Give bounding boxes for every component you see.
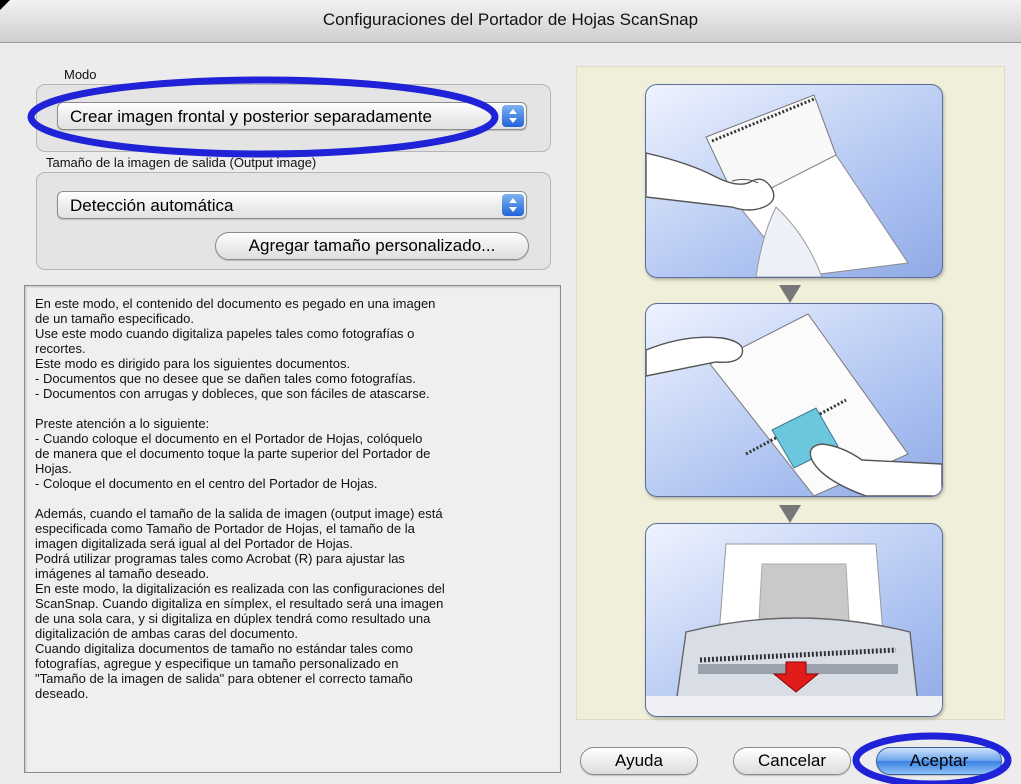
description-line: imágenes al tamaño deseado. [35, 566, 210, 581]
description-line: - Cuando coloque el documento en el Port… [35, 431, 423, 446]
description-line: recortes. [35, 341, 86, 356]
description-line: imagen digitalizada será igual al del Po… [35, 536, 353, 551]
description-line: En este modo, la digitalización es reali… [35, 581, 445, 596]
description-line: fotografías, agregue y especifique un ta… [35, 656, 399, 671]
description-line: Preste atención a lo siguiente: [35, 416, 210, 431]
popup-arrows-icon [502, 105, 524, 127]
description-line: Este modo es dirigido para los siguiente… [35, 356, 351, 371]
description-line: En este modo, el contenido del documento… [35, 296, 436, 311]
help-button[interactable]: Ayuda [580, 747, 698, 775]
description-line: de manera que el documento toque la part… [35, 446, 431, 461]
description-line: de una sola cara, y si digitaliza en dúp… [35, 611, 431, 626]
illustration-panel [576, 66, 1005, 720]
step-arrow-icon [779, 285, 801, 303]
step-arrow-icon [779, 505, 801, 523]
description-line: digitalización de ambas caras del docume… [35, 626, 299, 641]
description-textbox: En este modo, el contenido del documento… [24, 285, 561, 773]
window-corner [0, 0, 10, 10]
add-custom-size-button[interactable]: Agregar tamaño personalizado... [215, 232, 529, 260]
cancel-button[interactable]: Cancelar [733, 747, 851, 775]
ok-button[interactable]: Aceptar [876, 747, 1002, 775]
output-size-popup[interactable]: Detección automática [57, 191, 527, 219]
mode-label: Modo [64, 67, 97, 82]
description-line: - Documentos con arrugas y dobleces, que… [35, 386, 430, 401]
description-line: Cuando digitaliza documentos de tamaño n… [35, 641, 413, 656]
description-line: - Coloque el documento en el centro del … [35, 476, 378, 491]
description-line: Podrá utilizar programas tales como Acro… [35, 551, 405, 566]
mode-popup-value: Crear imagen frontal y posterior separad… [70, 107, 432, 126]
mode-popup[interactable]: Crear imagen frontal y posterior separad… [57, 102, 527, 130]
output-size-popup-value: Detección automática [70, 196, 234, 215]
description-line: Use este modo cuando digitaliza papeles … [35, 326, 415, 341]
popup-arrows-icon [502, 194, 524, 216]
dialog-content: Modo Crear imagen frontal y posterior se… [0, 43, 1021, 784]
description-line: Hojas. [35, 461, 72, 476]
output-size-groupbox: Detección automática Agregar tamaño pers… [36, 172, 551, 270]
output-size-label: Tamaño de la imagen de salida (Output im… [46, 155, 317, 170]
description-line: de un tamaño especificado. [35, 311, 194, 326]
description-line: especificada como Tamaño de Portador de … [35, 521, 415, 536]
description-line: ScanSnap. Cuando digitaliza en símplex, … [35, 596, 444, 611]
place-document-illustration [645, 303, 943, 497]
description-line: deseado. [35, 686, 89, 701]
insert-document-illustration [645, 84, 943, 278]
description-line: "Tamaño de la imagen de salida" para obt… [35, 671, 413, 686]
description-line: - Documentos que no desee que se dañen t… [35, 371, 416, 386]
mode-groupbox: Crear imagen frontal y posterior separad… [36, 84, 551, 152]
description-line: Además, cuando el tamaño de la salida de… [35, 506, 443, 521]
scanner-illustration [645, 523, 943, 717]
title-bar: Configuraciones del Portador de Hojas Sc… [0, 0, 1021, 43]
window-title: Configuraciones del Portador de Hojas Sc… [322, 10, 699, 29]
